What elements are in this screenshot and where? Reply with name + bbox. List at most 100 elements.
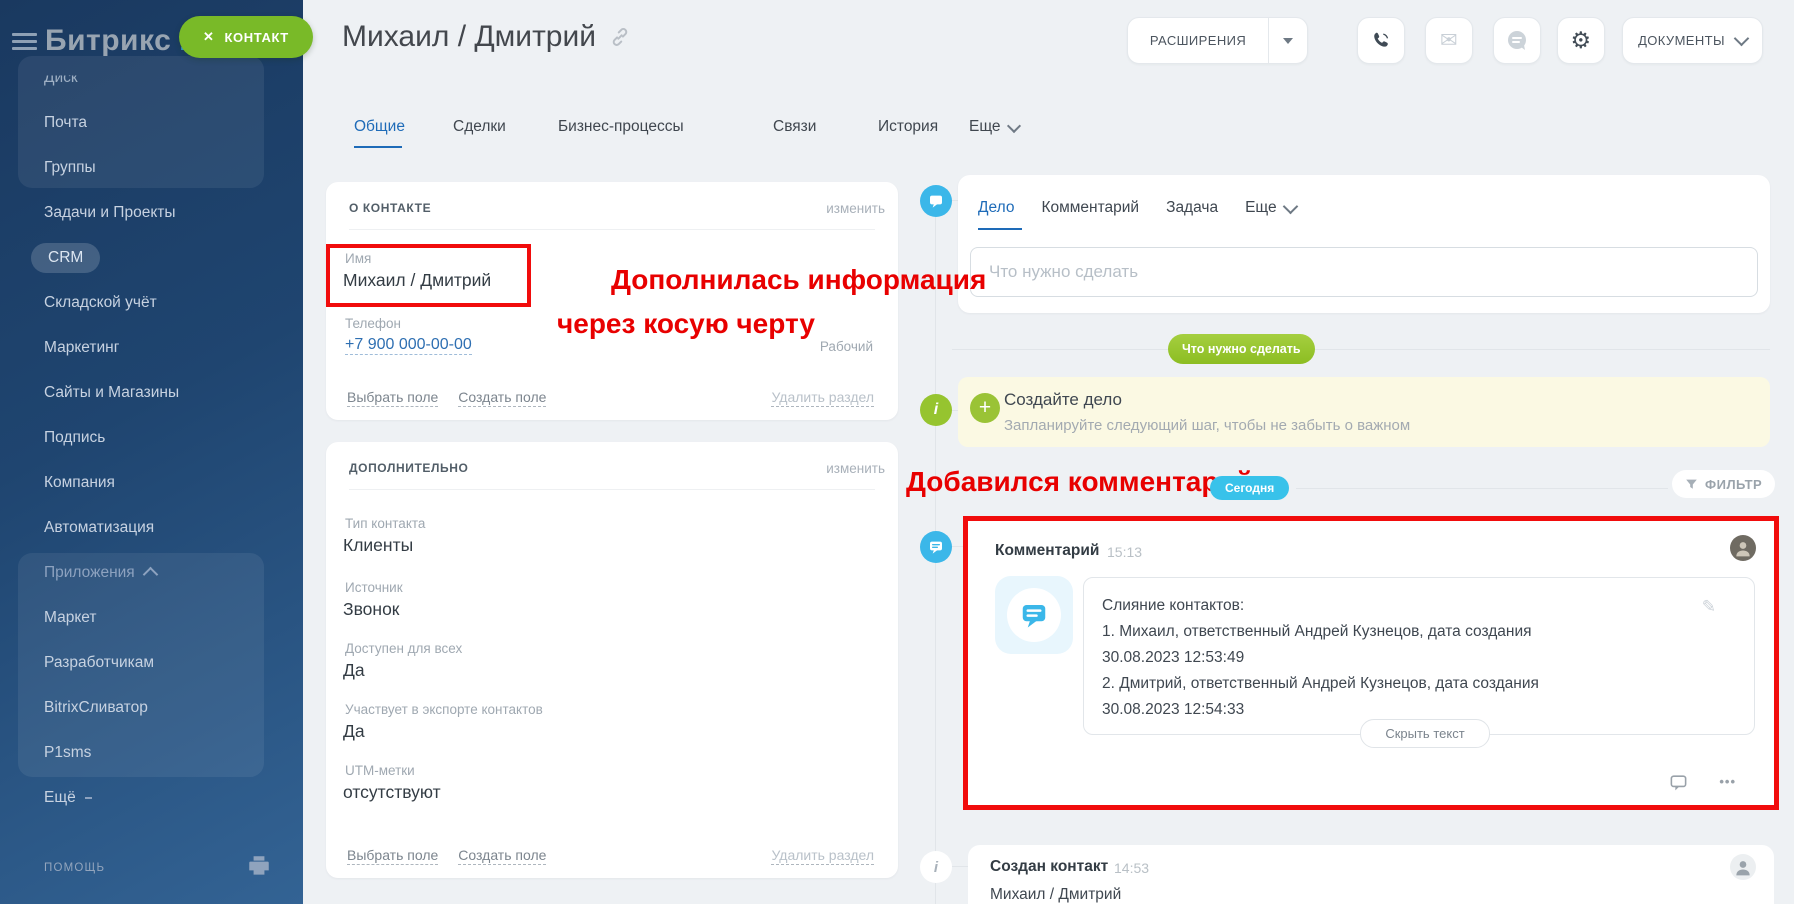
- close-icon[interactable]: ✕: [203, 29, 215, 45]
- sidebar-item-developers[interactable]: Разработчикам: [0, 640, 303, 685]
- tab-business-processes[interactable]: Бизнес-процессы: [558, 118, 684, 136]
- field-value: Да: [343, 721, 365, 742]
- timeline-editor-card: Дело Комментарий Задача Еще: [958, 175, 1770, 313]
- avatar[interactable]: [1730, 535, 1756, 561]
- comment-type-icon: [1007, 588, 1061, 642]
- additional-edit-link[interactable]: изменить: [826, 461, 885, 476]
- sidebar-item-groups[interactable]: Группы: [0, 145, 303, 190]
- comment-text: Слияние контактов: 1. Михаил, ответствен…: [1083, 577, 1755, 735]
- extensions-button[interactable]: РАСШИРЕНИЯ: [1127, 17, 1308, 64]
- created-contact-entry: Создан контакт 14:53 Михаил / Дмитрий: [968, 845, 1774, 904]
- annotation-info-line2: через косую черту: [557, 308, 815, 340]
- editor-tab-task[interactable]: Задача: [1166, 199, 1218, 217]
- hide-text-button[interactable]: Скрыть текст: [1360, 719, 1490, 748]
- sidebar-item-inventory[interactable]: Складской учёт: [0, 280, 303, 325]
- delete-section-link[interactable]: Удалить раздел: [771, 847, 874, 865]
- sidebar-item-marketing[interactable]: Маркетинг: [0, 325, 303, 370]
- help-link[interactable]: помощь: [44, 862, 105, 874]
- chevron-up-icon: [142, 567, 158, 583]
- about-edit-link[interactable]: изменить: [826, 201, 885, 216]
- page-title: Михаил / Дмитрий: [342, 20, 630, 54]
- sidebar-item-company[interactable]: Компания: [0, 460, 303, 505]
- tip-title[interactable]: Создайте дело: [1004, 390, 1122, 410]
- sidebar-item-tasks[interactable]: Задачи и Проекты: [0, 190, 303, 235]
- tab-relations[interactable]: Связи: [773, 118, 816, 136]
- created-kind: Создан контакт: [990, 858, 1108, 876]
- editor-tab-comment[interactable]: Комментарий: [1041, 199, 1139, 217]
- caret-down-icon: [1283, 38, 1293, 44]
- sidebar-item-crm[interactable]: CRM: [0, 235, 303, 280]
- tab-history[interactable]: История: [878, 118, 938, 136]
- create-activity-tip: + Создайте дело Запланируйте следующий ш…: [958, 377, 1770, 447]
- create-field-link[interactable]: Создать поле: [458, 847, 546, 865]
- sidebar-item-disk[interactable]: Диск: [0, 55, 303, 100]
- field-value: Да: [343, 660, 365, 681]
- sidebar-item-sites[interactable]: Сайты и Магазины: [0, 370, 303, 415]
- filter-button[interactable]: ФИЛЬТР: [1672, 470, 1775, 498]
- phone-icon: [1370, 30, 1392, 52]
- additional-card-footer: Выбрать поле Создать поле Удалить раздел: [347, 847, 874, 865]
- created-info-icon: i: [920, 851, 952, 883]
- chevron-down-icon: [1734, 31, 1750, 47]
- documents-button[interactable]: ДОКУМЕНТЫ: [1622, 17, 1763, 64]
- select-field-link[interactable]: Выбрать поле: [347, 847, 438, 865]
- comment-kind: Комментарий: [995, 542, 1099, 560]
- settings-button[interactable]: ⚙: [1557, 17, 1605, 64]
- annotation-comment-added: Добавился комментарий: [906, 466, 1253, 498]
- sidebar-item-market[interactable]: Маркет: [0, 595, 303, 640]
- editor-tabs: Дело Комментарий Задача Еще: [978, 199, 1296, 217]
- link-icon[interactable]: [610, 27, 630, 47]
- tip-subtitle: Запланируйте следующий шаг, чтобы не заб…: [1004, 417, 1410, 434]
- editor-tab-more[interactable]: Еще: [1245, 199, 1296, 217]
- mail-button[interactable]: ✉: [1425, 17, 1473, 64]
- sidebar-item-applications[interactable]: Приложения: [0, 550, 303, 595]
- phone-value[interactable]: +7 900 000-00-00: [345, 336, 472, 355]
- more-dash-icon: [85, 797, 92, 799]
- phone-kind: Рабочий: [820, 339, 873, 354]
- comment-action-icon[interactable]: [1669, 773, 1688, 792]
- delete-section-link[interactable]: Удалить раздел: [771, 389, 874, 407]
- created-time: 14:53: [1114, 860, 1149, 876]
- hamburger-menu-icon[interactable]: [12, 33, 37, 50]
- pencil-icon[interactable]: ✎: [1702, 597, 1716, 617]
- editor-active-tab-underline: [978, 228, 1022, 230]
- field-value: Звонок: [343, 599, 399, 620]
- plus-icon[interactable]: +: [970, 393, 1000, 423]
- sidebar-item-automation[interactable]: Автоматизация: [0, 505, 303, 550]
- field-label: Тип контакта: [345, 516, 425, 531]
- chevron-down-icon: [1282, 198, 1298, 214]
- extensions-dropdown[interactable]: [1269, 38, 1307, 44]
- field-label: Источник: [345, 580, 403, 595]
- activity-bubble-icon: [920, 185, 952, 217]
- todo-pill[interactable]: Что нужно сделать: [1168, 334, 1315, 364]
- sidebar-item-bitrixslivator[interactable]: BitrixСливатор: [0, 685, 303, 730]
- timeline-connector: [952, 866, 968, 867]
- printer-icon[interactable]: [246, 853, 272, 879]
- funnel-icon: [1685, 478, 1698, 491]
- contact-chip-label: КОНТАКТ: [225, 30, 289, 45]
- more-actions-icon[interactable]: •••: [1719, 774, 1736, 789]
- chevron-down-icon: [1006, 119, 1020, 133]
- info-icon: i: [920, 394, 952, 426]
- today-badge[interactable]: Сегодня: [1210, 476, 1289, 500]
- select-field-link[interactable]: Выбрать поле: [347, 389, 438, 407]
- comment-type-tile: [995, 576, 1073, 654]
- sidebar-item-more[interactable]: Ещё: [0, 775, 303, 820]
- chat-button[interactable]: [1493, 17, 1541, 64]
- call-button[interactable]: [1357, 17, 1405, 64]
- sidebar-item-mail[interactable]: Почта: [0, 100, 303, 145]
- extensions-label: РАСШИРЕНИЯ: [1128, 33, 1268, 48]
- field-label: Участвует в экспорте контактов: [345, 702, 543, 717]
- tab-general[interactable]: Общие: [354, 118, 405, 136]
- tab-more[interactable]: Еще: [969, 118, 1019, 136]
- bitrix24-contact-page: Битрикс 2 Диск Почта Группы Задачи и Про…: [0, 0, 1794, 904]
- todo-input[interactable]: [970, 247, 1758, 297]
- app-logo[interactable]: Битрикс 2: [45, 24, 197, 58]
- tab-deals[interactable]: Сделки: [453, 118, 506, 136]
- create-field-link[interactable]: Создать поле: [458, 389, 546, 407]
- editor-tab-activity[interactable]: Дело: [978, 199, 1014, 217]
- filter-label: ФИЛЬТР: [1705, 477, 1762, 492]
- contact-chip[interactable]: ✕ КОНТАКТ: [179, 16, 313, 58]
- sidebar-item-sign[interactable]: Подпись: [0, 415, 303, 460]
- sidebar-item-p1sms[interactable]: P1sms: [0, 730, 303, 775]
